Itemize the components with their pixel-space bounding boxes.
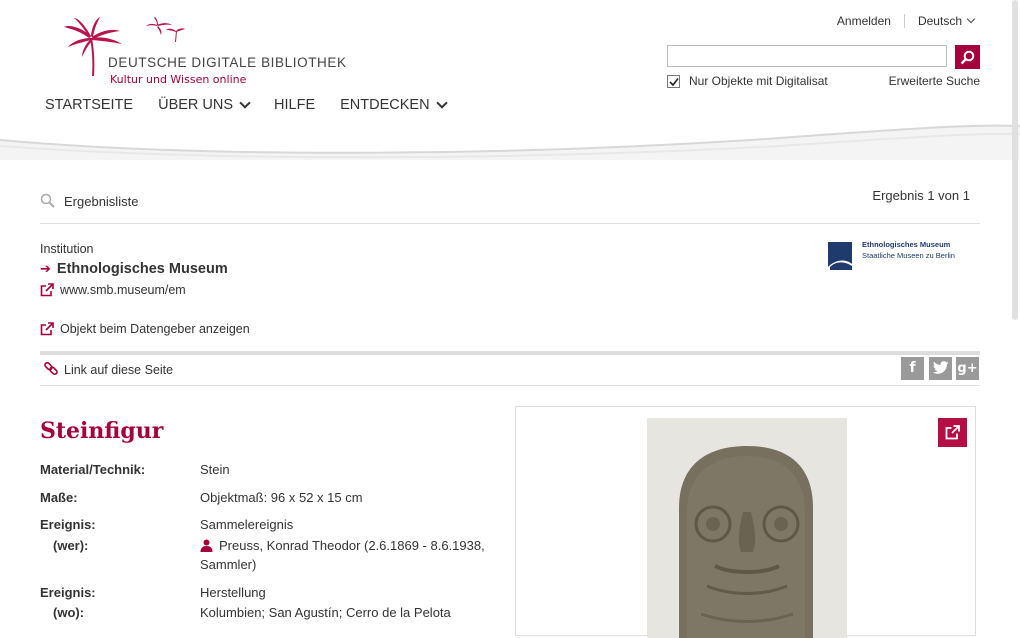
results-list-link[interactable]: Ergebnisliste <box>64 194 138 209</box>
institution-url-link[interactable]: www.smb.museum/em <box>40 283 186 297</box>
search-input[interactable] <box>667 45 947 67</box>
google-plus-icon[interactable]: g+ <box>956 357 979 380</box>
digitalisat-checkbox[interactable] <box>667 75 680 88</box>
field-key-masse: Maße: <box>40 490 78 505</box>
top-nav: Anmelden Deutsch <box>837 14 976 28</box>
show-at-provider-label: Objekt beim Datengeber anzeigen <box>60 322 250 336</box>
nav-label: ÜBER UNS <box>158 97 234 113</box>
nav-label: STARTSEITE <box>45 97 134 113</box>
field-value-material: Stein <box>200 462 230 477</box>
nav-item-startseite[interactable]: STARTSEITE <box>45 97 133 113</box>
stone-figure-image <box>647 418 847 638</box>
header-wave-divider <box>0 124 1020 160</box>
twitter-icon[interactable]: t <box>929 357 952 380</box>
external-link-icon <box>40 283 54 297</box>
login-link[interactable]: Anmelden <box>837 14 891 28</box>
fullscreen-button[interactable] <box>938 418 967 447</box>
museum-logo: Ethnologisches Museum Staatliche Museen … <box>826 239 976 273</box>
nav-item-ueber-uns[interactable]: ÜBER UNS <box>158 97 251 113</box>
field-key-wer: (wer): <box>53 538 89 553</box>
museum-logo-icon <box>826 239 856 271</box>
page-header: DEUTSCHE DIGITALE BIBLIOTHEK Kultur und … <box>0 0 1020 160</box>
field-key-material: Material/Technik: <box>40 462 146 477</box>
chevron-down-icon <box>435 97 448 109</box>
object-image[interactable] <box>647 418 847 638</box>
nav-item-hilfe[interactable]: HILFE <box>274 97 315 113</box>
person-name: Preuss, Konrad Theodor (2.6.1869 - 8.6.1… <box>219 538 485 553</box>
field-key-ereignis: Ereignis: <box>40 517 96 532</box>
language-label: Deutsch <box>917 14 962 28</box>
chain-link-icon <box>44 361 58 376</box>
advanced-search-link[interactable]: Erweiterte Suche <box>889 74 980 88</box>
search-button[interactable] <box>955 45 980 69</box>
external-link-icon <box>945 425 960 440</box>
chevron-down-icon <box>239 97 251 109</box>
image-panel <box>515 406 976 638</box>
language-selector[interactable]: Deutsch <box>917 14 976 28</box>
institution-link[interactable]: ➔ Ethnologisches Museum <box>40 261 228 277</box>
ddb-logo[interactable]: DEUTSCHE DIGITALE BIBLIOTHEK Kultur und … <box>62 14 352 89</box>
nav-label: HILFE <box>274 97 316 113</box>
institution-name: Ethnologisches Museum <box>56 261 228 277</box>
person-icon <box>200 539 213 552</box>
checkmark-icon <box>669 78 679 87</box>
museum-logo-line2: Staatliche Museen zu Berlin <box>862 251 955 260</box>
results-row: Ergebnisliste Ergebnis 1 von 1 <box>40 185 980 224</box>
page-link-row: Link auf diese Seite f t g+ <box>40 355 980 386</box>
object-title: Steinfigur <box>40 418 164 444</box>
field-key-wo: (wo): <box>53 605 85 620</box>
field-value-masse: Objektmaß: 96 x 52 x 15 cm <box>200 490 363 505</box>
page-link[interactable]: Link auf diese Seite <box>64 363 173 377</box>
divider <box>903 14 905 28</box>
external-link-icon <box>40 322 54 336</box>
search-icon <box>960 50 975 65</box>
museum-logo-line1: Ethnologisches Museum <box>862 240 951 249</box>
chevron-down-icon <box>966 14 976 24</box>
logo-subtitle: Kultur und Wissen online <box>110 73 247 86</box>
facebook-icon[interactable]: f <box>901 357 924 380</box>
digitalisat-label[interactable]: Nur Objekte mit Digitalisat <box>689 74 828 88</box>
nav-item-entdecken[interactable]: ENTDECKEN <box>340 97 448 113</box>
field-value-wo: Kolumbien; San Agustín; Cerro de la Pelo… <box>200 605 451 620</box>
scrollbar[interactable] <box>1012 0 1018 320</box>
institution-url: www.smb.museum/em <box>60 283 186 297</box>
logo-title: DEUTSCHE DIGITALE BIBLIOTHEK <box>108 55 347 70</box>
search-icon <box>40 193 55 208</box>
show-at-provider-link[interactable]: Objekt beim Datengeber anzeigen <box>40 322 250 336</box>
main-nav: STARTSEITE ÜBER UNS HILFE ENTDECKEN <box>45 97 471 113</box>
field-value-wer[interactable]: Preuss, Konrad Theodor (2.6.1869 - 8.6.1… <box>200 538 485 553</box>
institution-label: Institution <box>40 242 94 256</box>
nav-label: ENTDECKEN <box>340 97 430 113</box>
arrow-right-icon: ➔ <box>40 261 51 276</box>
field-key-ereignis: Ereignis: <box>40 585 96 600</box>
field-value-ereignis: Sammelereignis <box>200 517 294 532</box>
field-value-wer-role: Sammler) <box>200 557 257 572</box>
result-count: Ergebnis 1 von 1 <box>872 188 970 203</box>
field-value-ereignis: Herstellung <box>200 585 266 600</box>
twitter-bird-icon <box>932 361 949 374</box>
